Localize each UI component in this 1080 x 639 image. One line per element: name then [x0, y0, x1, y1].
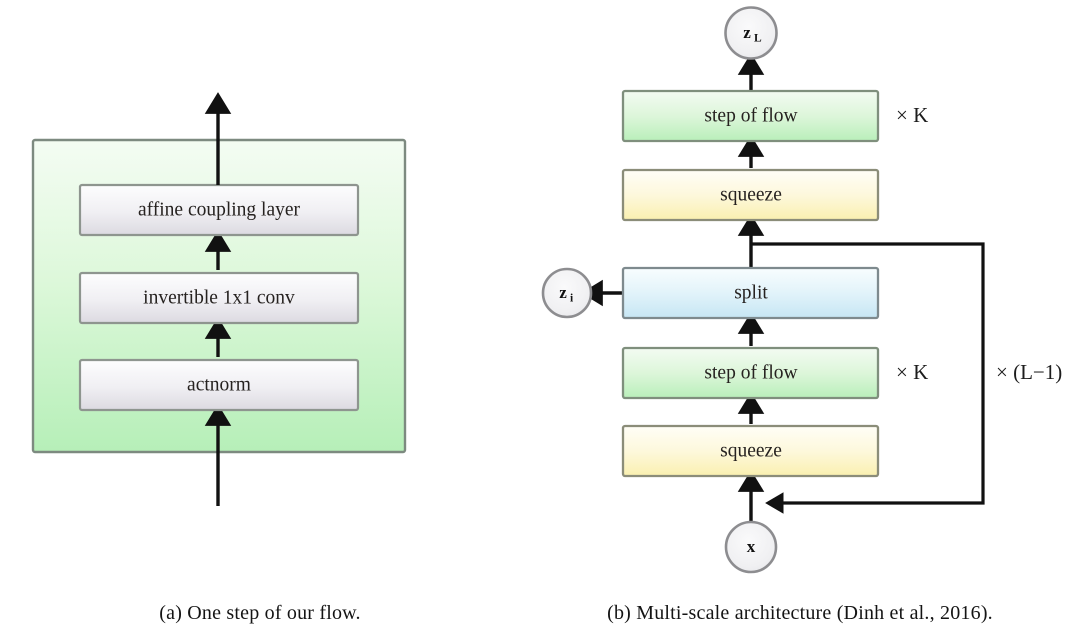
- block-affine-coupling-label: affine coupling layer: [138, 199, 301, 220]
- caption-panel-b: (b) Multi-scale architecture (Dinh et al…: [607, 602, 993, 624]
- block-step-of-flow-top-label: step of flow: [704, 105, 797, 126]
- multiplier-l-minus-1: × (L−1): [996, 360, 1062, 384]
- caption-panel-a: (a) One step of our flow.: [159, 602, 361, 624]
- node-z-i: [541, 267, 593, 319]
- block-invertible-conv-label: invertible 1x1 conv: [143, 287, 295, 308]
- node-z-L-subscript: L: [754, 33, 762, 45]
- block-step-of-flow-bottom-label: step of flow: [704, 362, 797, 383]
- node-x-label: x: [747, 537, 756, 556]
- block-squeeze-bottom-label: squeeze: [720, 440, 782, 461]
- panel-one-step-of-flow: actnorm invertible 1x1 conv affine coupl…: [0, 0, 520, 639]
- node-z-L-label: z: [743, 23, 751, 42]
- panel-a-diagram: actnorm invertible 1x1 conv affine coupl…: [31, 92, 407, 506]
- node-z-i-label: z: [559, 283, 567, 302]
- block-split-label: split: [734, 282, 768, 303]
- panel-multi-scale-architecture: squeeze step of flow split squeeze step …: [520, 0, 1080, 639]
- multiplier-k-bottom: × K: [896, 360, 928, 384]
- figure-root: actnorm invertible 1x1 conv affine coupl…: [0, 0, 1080, 639]
- multiplier-k-top: × K: [896, 103, 928, 127]
- block-actnorm-label: actnorm: [187, 374, 251, 395]
- node-z-L: [724, 6, 778, 60]
- panel-b-diagram: squeeze step of flow split squeeze step …: [541, 6, 1062, 574]
- block-squeeze-top-label: squeeze: [720, 184, 782, 205]
